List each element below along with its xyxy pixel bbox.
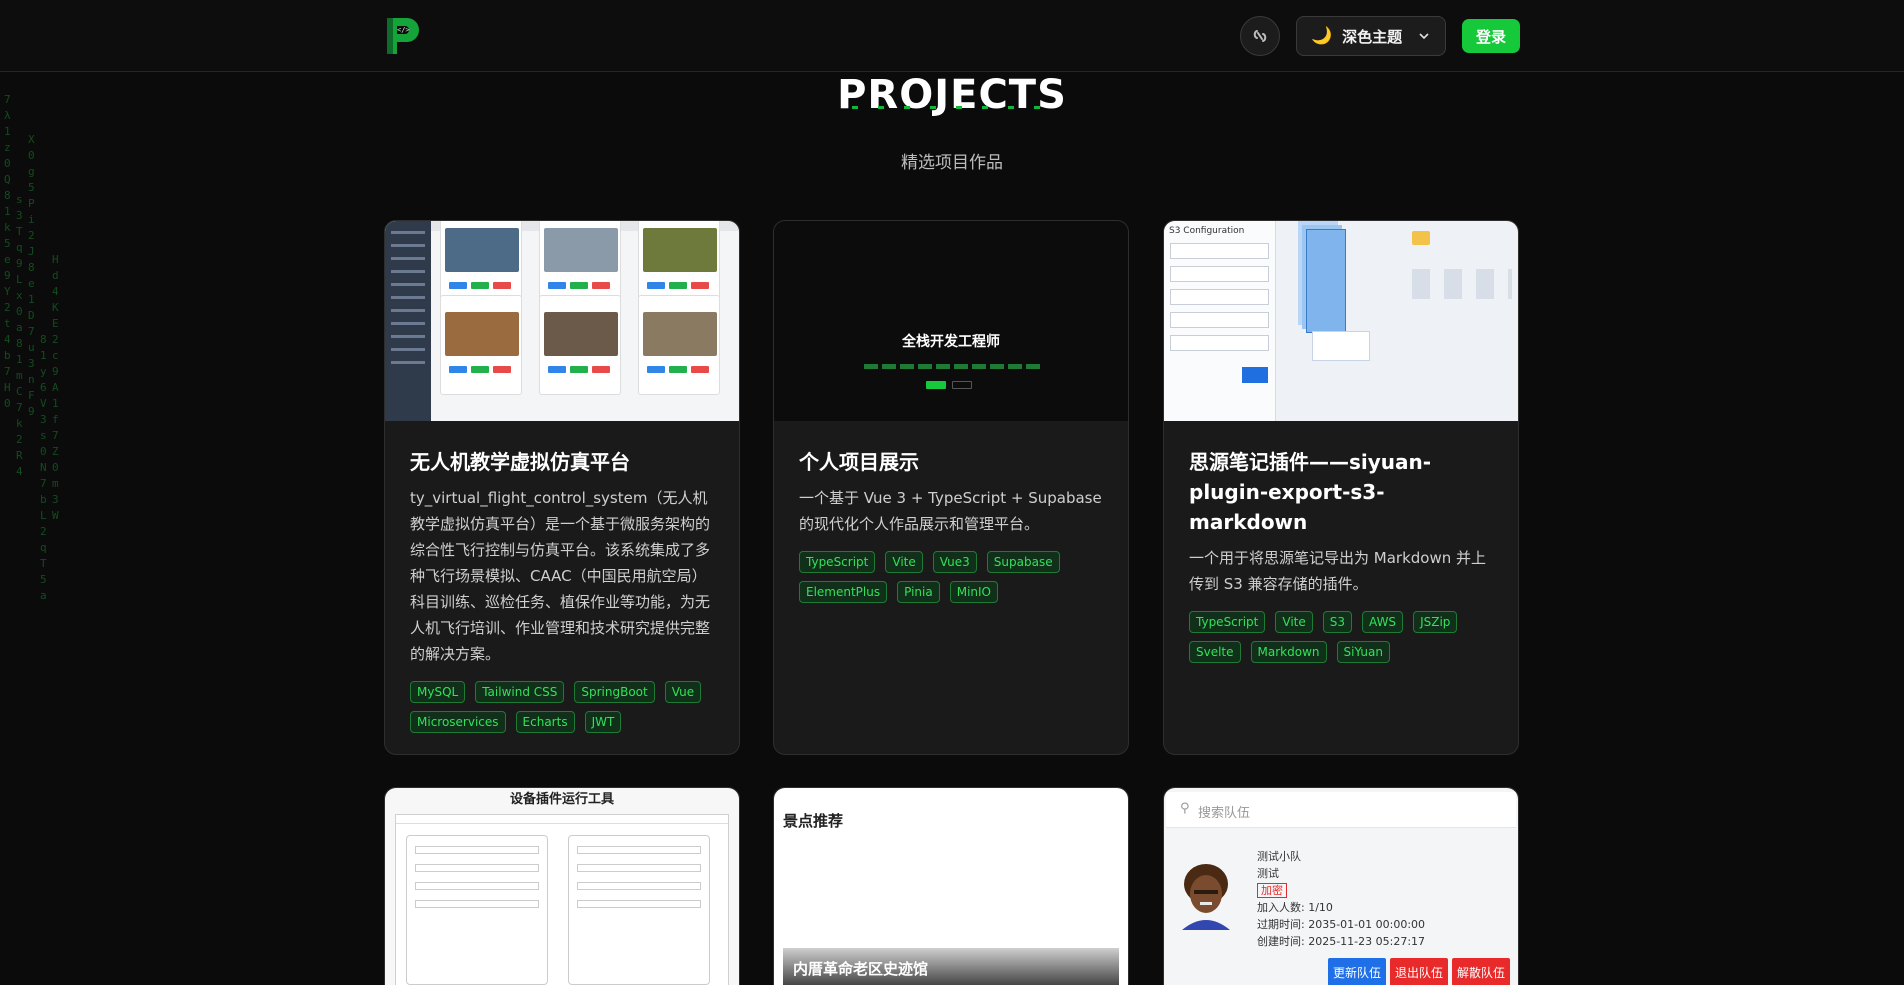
team-expire: 过期时间: 2035-01-01 00:00:00 — [1257, 918, 1426, 931]
project-title: 思源笔记插件——siyuan-plugin-export-s3-markdown — [1189, 450, 1432, 534]
tag: MinIO — [949, 581, 998, 603]
scenic-caption: 内厝革命老区史迹馆 — [783, 948, 1119, 985]
tag: JSZip — [1413, 611, 1458, 633]
tag: Vue — [664, 681, 702, 703]
project-card-team[interactable]: ⚲ 搜索队伍 测试小队 测试 加密 加入人数: 1/10 过期时间: 2035-… — [1163, 787, 1519, 985]
theme-label: 深色主题 — [1342, 27, 1403, 46]
section-title: PROJECTS — [837, 72, 1067, 118]
top-navigation-bar: </> 🌙 深色主题 登录 — [0, 0, 1904, 72]
svg-text:</>: </> — [397, 26, 410, 34]
tag: JWT — [584, 711, 622, 733]
tag: Supabase — [986, 551, 1060, 573]
thumbnail-heading: 全栈开发工程师 — [902, 334, 1000, 350]
section-subtitle: 精选项目作品 — [901, 153, 1003, 173]
tag: MySQL — [410, 681, 466, 703]
matrix-rain-background: 7λ1z0Q81k5e9Y2t4b7H0 s3Tq9Lx0a81mC7k2R4 … — [4, 93, 59, 602]
project-description: 一个基于 Vue 3 + TypeScript + Supabase 的现代化个… — [799, 489, 1102, 533]
project-thumbnail: 全栈开发工程师 — [774, 221, 1128, 421]
project-thumbnail: 景点推荐 内厝革命老区史迹馆 — [774, 788, 1128, 985]
site-logo[interactable]: </> — [383, 14, 423, 58]
tag: Vite — [885, 551, 923, 573]
dissolve-team-button[interactable]: 解散队伍 — [1452, 958, 1510, 985]
avatar — [1182, 864, 1230, 930]
project-card-siyuan-plugin[interactable]: S3 Configuration 思源笔记插件——siyuan-plugin-e… — [1163, 220, 1519, 755]
tag: TypeScript — [1189, 611, 1266, 633]
moon-icon: 🌙 — [1311, 26, 1333, 46]
tag: Svelte — [1189, 641, 1241, 663]
update-team-button[interactable]: 更新队伍 — [1328, 958, 1386, 985]
tag: Microservices — [410, 711, 506, 733]
project-thumbnail: ⚲ 搜索队伍 测试小队 测试 加密 加入人数: 1/10 过期时间: 2035-… — [1164, 788, 1518, 985]
chevron-down-icon — [1419, 33, 1429, 40]
quit-team-button[interactable]: 退出队伍 — [1390, 958, 1448, 985]
tag: Pinia — [897, 581, 940, 603]
team-search-input: ⚲ 搜索队伍 — [1166, 792, 1516, 828]
thumbnail-heading: 设备插件运行工具 — [509, 792, 614, 807]
tag: Tailwind CSS — [475, 681, 565, 703]
encrypted-badge: 加密 — [1257, 883, 1287, 898]
tag: SpringBoot — [574, 681, 655, 703]
project-title: 无人机教学虚拟仿真平台 — [410, 450, 630, 474]
search-placeholder: 搜索队伍 — [1198, 806, 1251, 821]
project-card-portfolio[interactable]: 全栈开发工程师 个人项目展示 一个基于 Vue 3 + TypeScript +… — [773, 220, 1129, 755]
theme-switch-dropdown[interactable]: 🌙 深色主题 — [1296, 16, 1446, 56]
title-underline-decoration — [852, 106, 1056, 109]
team-created: 创建时间: 2025-11-23 05:27:17 — [1257, 935, 1426, 948]
tag: AWS — [1362, 611, 1404, 633]
tag: ElementPlus — [799, 581, 888, 603]
thumbnail-heading: 景点推荐 — [783, 812, 844, 830]
team-members: 加入人数: 1/10 — [1257, 901, 1333, 914]
project-title: 个人项目展示 — [799, 450, 919, 474]
project-card-scenic[interactable]: 景点推荐 内厝革命老区史迹馆 — [773, 787, 1129, 985]
project-card-drone-sim[interactable]: 无人机教学虚拟仿真平台 ty_virtual_flight_control_sy… — [384, 220, 740, 755]
project-thumbnail: 设备插件运行工具 — [385, 788, 739, 985]
tag: S3 — [1322, 611, 1353, 633]
tag-list: TypeScript Vite S3 AWS JSZip Svelte Mark… — [1189, 611, 1493, 663]
project-thumbnail: S3 Configuration — [1164, 221, 1518, 421]
link-icon-button[interactable] — [1240, 16, 1280, 56]
team-name: 测试小队 — [1257, 850, 1301, 863]
project-description: 一个用于将思源笔记导出为 Markdown 并上传到 S3 兼容存储的插件。 — [1189, 549, 1486, 593]
tag-list: MySQL Tailwind CSS SpringBoot Vue Micros… — [410, 681, 714, 733]
thumbnail-heading: S3 Configuration — [1169, 226, 1245, 236]
tag: Echarts — [515, 711, 575, 733]
search-icon: ⚲ — [1180, 801, 1190, 816]
team-info: 测试小队 测试 加密 加入人数: 1/10 过期时间: 2035-01-01 0… — [1257, 848, 1425, 950]
tag: Vite — [1275, 611, 1313, 633]
tag: Vue3 — [932, 551, 977, 573]
tag: Markdown — [1250, 641, 1327, 663]
tag: TypeScript — [799, 551, 876, 573]
project-thumbnail — [385, 221, 739, 421]
project-card-device-tool[interactable]: 设备插件运行工具 — [384, 787, 740, 985]
link-icon — [1253, 30, 1267, 42]
tag-list: TypeScript Vite Vue3 Supabase ElementPlu… — [799, 551, 1103, 603]
login-button[interactable]: 登录 — [1462, 19, 1520, 53]
team-desc: 测试 — [1257, 867, 1279, 880]
tag: SiYuan — [1336, 641, 1390, 663]
project-description: ty_virtual_flight_control_system（无人机教学虚拟… — [410, 489, 711, 663]
